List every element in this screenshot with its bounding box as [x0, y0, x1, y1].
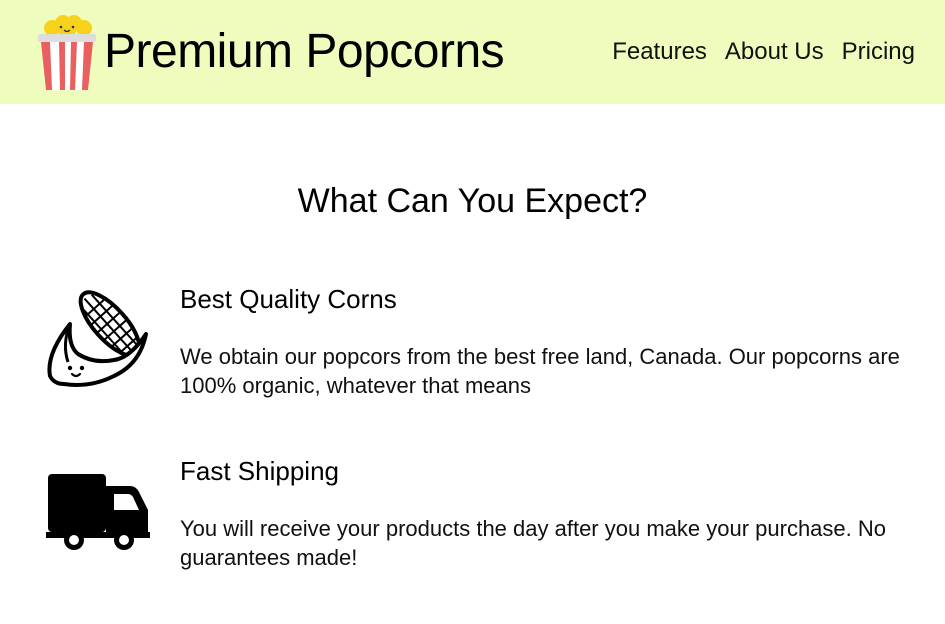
nav-link-pricing[interactable]: Pricing	[842, 36, 915, 68]
site-header: Premium Popcorns Features About Us Prici…	[0, 0, 945, 104]
nav-link-features[interactable]: Features	[612, 36, 707, 68]
truck-icon	[46, 474, 150, 550]
feature-title: Best Quality Corns	[180, 284, 397, 314]
feature-description: We obtain our popcors from the best free…	[180, 344, 900, 398]
feature-title: Fast Shipping	[180, 456, 339, 486]
corn-icon	[47, 290, 148, 387]
main-nav: Features About Us Pricing	[612, 36, 915, 68]
section-title: What Can You Expect?	[297, 182, 648, 220]
popcorn-bucket-icon[interactable]	[36, 14, 98, 92]
brand-name[interactable]: Premium Popcorns	[104, 24, 505, 80]
nav-link-about-us[interactable]: About Us	[725, 36, 824, 68]
feature-description: You will receive your products the day a…	[180, 516, 886, 570]
